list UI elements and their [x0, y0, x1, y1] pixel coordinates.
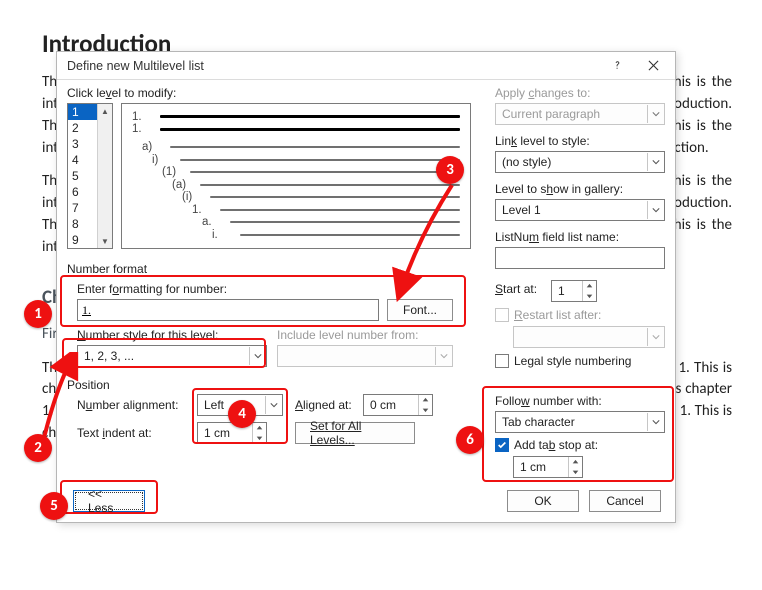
add-tab-spinner[interactable]: 1 cm — [513, 456, 583, 478]
legal-checkbox[interactable]: Legal style numbering — [495, 354, 631, 368]
level-item-9[interactable]: 9 — [68, 232, 97, 248]
number-style-label: Number style for this level: — [77, 328, 218, 342]
level-item-3[interactable]: 3 — [68, 136, 97, 152]
number-alignment-label: Number alignment: — [77, 398, 178, 412]
listnum-label: ListNum field list name: — [495, 230, 619, 244]
follow-number-label: Follow number with: — [495, 394, 602, 408]
cancel-button[interactable]: Cancel — [589, 490, 661, 512]
click-level-label: Click level to modify: — [67, 86, 176, 100]
start-at-label: Start at: — [495, 282, 537, 296]
level-item-1[interactable]: 1 — [68, 104, 97, 120]
include-level-select[interactable] — [277, 345, 453, 367]
font-button[interactable]: Font... — [387, 299, 453, 321]
level-item-2[interactable]: 2 — [68, 120, 97, 136]
add-tab-checkbox[interactable]: Add tab stop at: — [495, 438, 598, 452]
preview-box: 1. 1. a) i) (1) (a) (i) 1. a. i. — [121, 103, 471, 249]
start-at-spinner[interactable]: 1 — [551, 280, 597, 302]
formatting-input[interactable] — [77, 299, 379, 321]
level-item-6[interactable]: 6 — [68, 184, 97, 200]
multilevel-list-dialog: Define new Multilevel list Click level t… — [56, 51, 676, 523]
less-button[interactable]: << Less — [73, 490, 145, 512]
level-item-5[interactable]: 5 — [68, 168, 97, 184]
level-item-4[interactable]: 4 — [68, 152, 97, 168]
level-item-8[interactable]: 8 — [68, 216, 97, 232]
restart-checkbox[interactable]: Restart list after: — [495, 308, 601, 322]
follow-number-select[interactable]: Tab character — [495, 411, 665, 433]
apply-changes-select[interactable]: Current paragraph — [495, 103, 665, 125]
number-style-select[interactable]: 1, 2, 3, ... — [77, 345, 267, 367]
include-level-label: Include level number from: — [277, 328, 418, 342]
link-level-label: Link level to style: — [495, 134, 590, 148]
level-listbox[interactable]: 1 2 3 4 5 6 7 8 9 ▲▼ — [67, 103, 113, 249]
dialog-titlebar: Define new Multilevel list — [57, 52, 675, 80]
level-show-select[interactable]: Level 1 — [495, 199, 665, 221]
level-show-label: Level to show in gallery: — [495, 182, 623, 196]
link-level-select[interactable]: (no style) — [495, 151, 665, 173]
ok-button[interactable]: OK — [507, 490, 579, 512]
level-item-7[interactable]: 7 — [68, 200, 97, 216]
enter-formatting-label: Enter formatting for number: — [77, 282, 227, 296]
dialog-title: Define new Multilevel list — [67, 59, 599, 73]
restart-select[interactable] — [513, 326, 665, 348]
aligned-at-spinner[interactable]: 0 cm — [363, 394, 433, 416]
listnum-input[interactable] — [495, 247, 665, 269]
set-all-levels-button[interactable]: Set for All Levels... — [295, 422, 415, 444]
close-button[interactable] — [635, 54, 671, 78]
aligned-at-label: Aligned at: — [295, 398, 352, 412]
text-indent-label: Text indent at: — [77, 426, 152, 440]
apply-changes-label: Apply changes to: — [495, 86, 590, 100]
text-indent-spinner[interactable]: 1 cm — [197, 422, 267, 444]
number-format-section: Number format — [67, 262, 147, 276]
number-alignment-select[interactable]: Left — [197, 394, 283, 416]
help-button[interactable] — [599, 54, 635, 78]
position-section: Position — [67, 378, 110, 392]
level-scrollbar[interactable]: ▲▼ — [97, 104, 112, 248]
